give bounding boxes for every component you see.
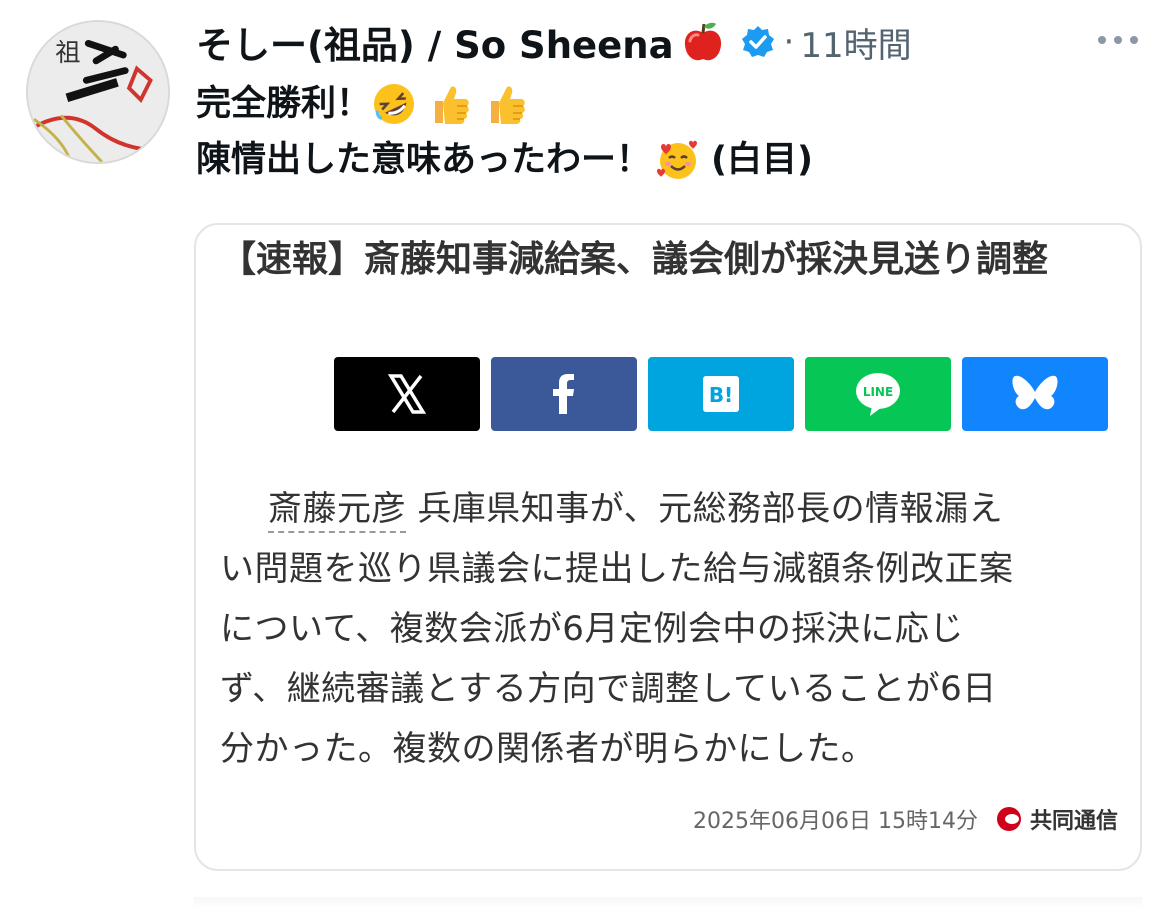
svg-text:LINE: LINE [863,385,893,399]
article-headline[interactable]: 【速報】斎藤知事減給案、議会側が採決見送り調整 [220,235,1120,285]
display-name[interactable]: そしー(祖品) / So Sheena [196,15,674,69]
tweet-line-1-text: 完全勝利！ [196,84,372,124]
thumbs-up-emoji-icon [483,81,529,127]
separator-dot: · [783,22,795,62]
tweet-header: そしー(祖品) / So Sheena · 11時間 [196,14,912,70]
share-bluesky-button[interactable] [962,357,1108,431]
svg-text:B!: B! [709,383,733,407]
tweet-line-2-suffix: (白目) [711,140,814,180]
article-footer: 2025年06月06日 15時14分 共同通信 [693,803,1118,835]
avatar[interactable]: 祖 [26,20,170,164]
svg-text:祖: 祖 [55,38,80,67]
share-line-button[interactable]: LINE [805,357,951,431]
hatena-bookmark-icon: B! [703,376,739,412]
kyodo-logo-icon [996,807,1021,831]
article-body-line-1-text: 兵庫県知事が、元総務部長の情報漏え [417,489,1004,529]
share-buttons: B! LINE [334,357,1108,431]
tweet-line-1: 完全勝利！ [196,76,813,132]
red-apple-icon [680,19,726,65]
thumbs-up-emoji-icon [427,81,473,127]
article-body-line-3: について、複数会派が6月定例会中の採決に応じ [220,609,964,649]
tweet-text: 完全勝利！ 陳情出した意味あったわー！ (白目) [196,76,813,188]
tweet-line-2: 陳情出した意味あったわー！ (白目) [196,132,813,188]
tweet-line-2-text: 陳情出した意味あったわー！ [196,140,652,180]
article-card[interactable]: 【速報】斎藤知事減給案、議会側が採決見送り調整 B! LINE 斎藤元彦 兵庫県… [194,223,1142,871]
line-icon: LINE [856,373,900,416]
rolling-laughing-emoji-icon [371,81,417,127]
verified-badge-icon[interactable] [740,24,776,60]
smiling-face-with-hearts-emoji-icon [655,137,701,183]
article-body-line-2: い問題を巡り県議会に提出した給与減額条例改正案 [220,549,1014,589]
next-item-peek [194,897,1142,908]
facebook-icon [553,374,574,414]
x-logo-icon [387,374,427,414]
article-body-line-1: 斎藤元彦 兵庫県知事が、元総務部長の情報漏え [220,479,1120,539]
share-facebook-button[interactable] [491,357,637,431]
article-body-line-4: ず、継続審議とする方向で調整していることが6日 [220,669,997,709]
article-source: 共同通信 [996,803,1118,835]
article-body: 斎藤元彦 兵庫県知事が、元総務部長の情報漏え い問題を巡り県議会に提出した給与減… [220,479,1120,779]
avatar-image: 祖 [28,22,168,162]
timestamp[interactable]: 11時間 [800,18,911,67]
share-hatena-button[interactable]: B! [648,357,794,431]
share-x-button[interactable] [334,357,480,431]
source-name: 共同通信 [1029,809,1118,834]
article-body-line-5: 分かった。複数の関係者が明らかにした。 [220,729,876,769]
publish-date: 2025年06月06日 15時14分 [693,809,978,834]
more-options-icon[interactable] [1094,30,1142,50]
bluesky-icon [1012,375,1058,410]
person-link[interactable]: 斎藤元彦 [268,489,406,533]
